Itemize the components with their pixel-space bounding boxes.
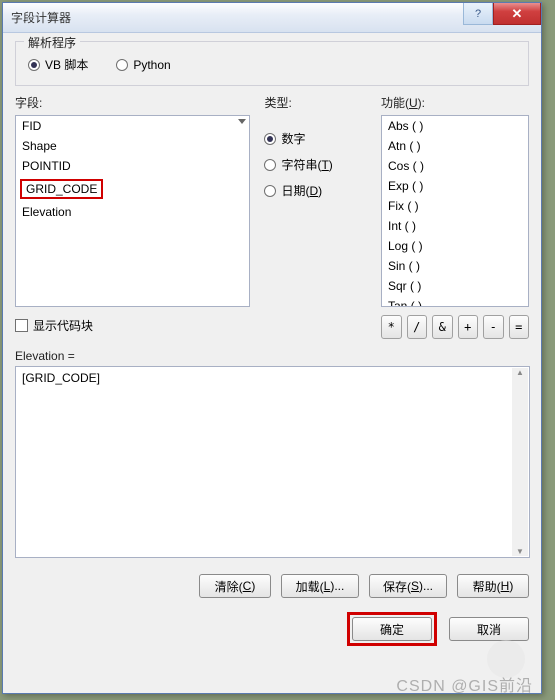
- op-plus-button[interactable]: +: [458, 315, 479, 339]
- type-string-label: 字符串(T): [281, 156, 332, 173]
- clear-button[interactable]: 清除(C): [199, 574, 271, 598]
- parser-frame: 解析程序 VB 脚本 Python: [15, 41, 529, 86]
- op-equals-button[interactable]: =: [509, 315, 530, 339]
- close-icon[interactable]: ✕: [493, 3, 541, 25]
- list-item[interactable]: Cos ( ): [382, 156, 528, 176]
- list-item[interactable]: Sqr ( ): [382, 276, 528, 296]
- dropdown-icon[interactable]: [238, 119, 246, 124]
- ok-button[interactable]: 确定: [352, 617, 432, 641]
- radio-icon: [264, 159, 276, 171]
- op-divide-button[interactable]: /: [407, 315, 428, 339]
- list-item[interactable]: GRID_CODE: [16, 176, 249, 202]
- window-title: 字段计算器: [11, 9, 71, 26]
- radio-icon: [264, 185, 276, 197]
- expression-input[interactable]: [GRID_CODE]: [15, 366, 530, 558]
- fields-column: 字段: FID Shape POINTID GRID_CODE Elevatio…: [15, 94, 250, 339]
- list-item[interactable]: Atn ( ): [382, 136, 528, 156]
- fields-label: 字段:: [15, 94, 250, 111]
- field-calculator-window: 字段计算器 ? ✕ 解析程序 VB 脚本 Python 字段:: [2, 2, 542, 694]
- functions-column: 功能(U): Abs ( ) Atn ( ) Cos ( ) Exp ( ) F…: [381, 94, 529, 339]
- op-multiply-button[interactable]: *: [381, 315, 402, 339]
- radio-icon: [116, 59, 128, 71]
- list-item[interactable]: FID: [16, 116, 249, 136]
- expression-label: Elevation =: [15, 349, 529, 363]
- action-row: 清除(C) 加载(L)... 保存(S)... 帮助(H): [15, 574, 529, 598]
- parser-python-label: Python: [133, 58, 170, 72]
- load-button[interactable]: 加载(L)...: [281, 574, 359, 598]
- titlebar[interactable]: 字段计算器 ? ✕: [3, 3, 541, 33]
- save-button[interactable]: 保存(S)...: [369, 574, 447, 598]
- type-date-label: 日期(D): [281, 182, 322, 199]
- list-item[interactable]: Log ( ): [382, 236, 528, 256]
- window-controls: ? ✕: [463, 3, 541, 25]
- parser-label: 解析程序: [24, 34, 80, 51]
- checkbox-icon: [15, 319, 28, 332]
- parser-vb-label: VB 脚本: [45, 56, 88, 73]
- highlight-box: GRID_CODE: [20, 179, 103, 199]
- parser-vb-radio[interactable]: VB 脚本: [28, 56, 88, 73]
- parser-python-radio[interactable]: Python: [116, 56, 170, 73]
- functions-label: 功能(U):: [381, 94, 529, 111]
- list-item[interactable]: POINTID: [16, 156, 249, 176]
- functions-listbox[interactable]: Abs ( ) Atn ( ) Cos ( ) Exp ( ) Fix ( ) …: [381, 115, 529, 307]
- radio-icon: [264, 133, 276, 145]
- help-button[interactable]: 帮助(H): [457, 574, 529, 598]
- radio-icon: [28, 59, 40, 71]
- type-number-radio[interactable]: 数字: [264, 130, 367, 147]
- op-minus-button[interactable]: -: [483, 315, 504, 339]
- list-item[interactable]: Fix ( ): [382, 196, 528, 216]
- list-item[interactable]: Shape: [16, 136, 249, 156]
- list-item[interactable]: Elevation: [16, 202, 249, 222]
- dialog-body: 解析程序 VB 脚本 Python 字段: FID Shape: [3, 33, 541, 654]
- codeblock-checkbox[interactable]: 显示代码块: [15, 317, 250, 334]
- list-item[interactable]: Int ( ): [382, 216, 528, 236]
- scrollbar[interactable]: [512, 368, 528, 556]
- list-item[interactable]: Sin ( ): [382, 256, 528, 276]
- highlight-box: 确定: [347, 612, 437, 646]
- type-string-radio[interactable]: 字符串(T): [264, 156, 367, 173]
- help-icon[interactable]: ?: [463, 3, 493, 25]
- list-item[interactable]: Abs ( ): [382, 116, 528, 136]
- type-number-label: 数字: [281, 130, 305, 147]
- list-item[interactable]: Exp ( ): [382, 176, 528, 196]
- list-item[interactable]: Tan ( ): [382, 296, 528, 307]
- cancel-button[interactable]: 取消: [449, 617, 529, 641]
- operator-row: * / & + - =: [381, 315, 529, 339]
- op-and-button[interactable]: &: [432, 315, 453, 339]
- codeblock-label: 显示代码块: [33, 317, 93, 334]
- fields-listbox[interactable]: FID Shape POINTID GRID_CODE Elevation: [15, 115, 250, 307]
- type-column: 类型: 数字 字符串(T) 日期(D): [264, 94, 367, 339]
- commit-row: 确定 取消: [15, 612, 529, 646]
- type-label: 类型:: [264, 94, 367, 111]
- type-date-radio[interactable]: 日期(D): [264, 182, 367, 199]
- expression-text: [GRID_CODE]: [22, 371, 100, 385]
